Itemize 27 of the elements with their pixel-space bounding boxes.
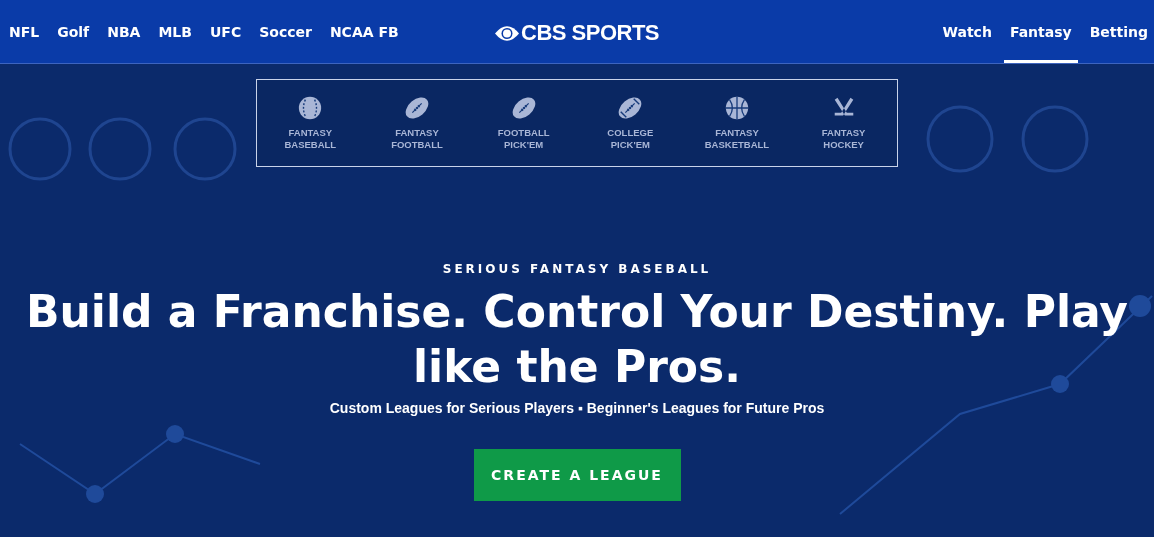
eyebrow-text: SERIOUS FANTASY BASEBALL	[442, 262, 712, 276]
product-link[interactable]: FOOTBALL PICK'EM	[483, 127, 564, 151]
product-link[interactable]: FANTASY HOCKEY	[803, 127, 884, 151]
nav-tab[interactable]: Betting	[1083, 0, 1154, 63]
nav-link[interactable]: MLB	[149, 23, 201, 40]
product-link[interactable]: COLLEGE PICK'EM	[590, 127, 671, 151]
nav-link[interactable]: UFC	[200, 23, 251, 40]
headline: Build a Franchise. Control Your Destiny. Play like the Pros.	[25, 285, 1129, 394]
eye-logo-icon	[495, 24, 519, 42]
product-link[interactable]: FANTASY BASKETBALL	[696, 127, 777, 151]
logo-text[interactable]: CBS SPORTS	[521, 20, 660, 46]
football-icon	[510, 95, 537, 121]
football-icon	[404, 95, 430, 121]
basketball-icon	[723, 95, 750, 121]
nav-link[interactable]: NFL	[0, 23, 49, 40]
nav-tab[interactable]: Fantasy	[1003, 0, 1078, 63]
subtitle: Custom Leagues for Serious Players ▪ Beginner's Leagues for Future Pros	[329, 400, 825, 416]
nav-link[interactable]: Golf	[48, 23, 99, 40]
nav-link[interactable]: Soccer	[250, 23, 321, 40]
nav-link[interactable]: NCAA FB	[320, 23, 408, 40]
nav-tab[interactable]: Watch	[936, 0, 998, 63]
product-link[interactable]: FANTASY FOOTBALL	[377, 127, 457, 151]
nav-link[interactable]: NBA	[98, 23, 150, 40]
create-league-button[interactable]: CREATE A LEAGUE	[473, 449, 681, 501]
product-link[interactable]: FANTASY BASEBALL	[270, 127, 351, 151]
baseball-icon	[297, 95, 324, 121]
football-icon	[617, 95, 644, 121]
